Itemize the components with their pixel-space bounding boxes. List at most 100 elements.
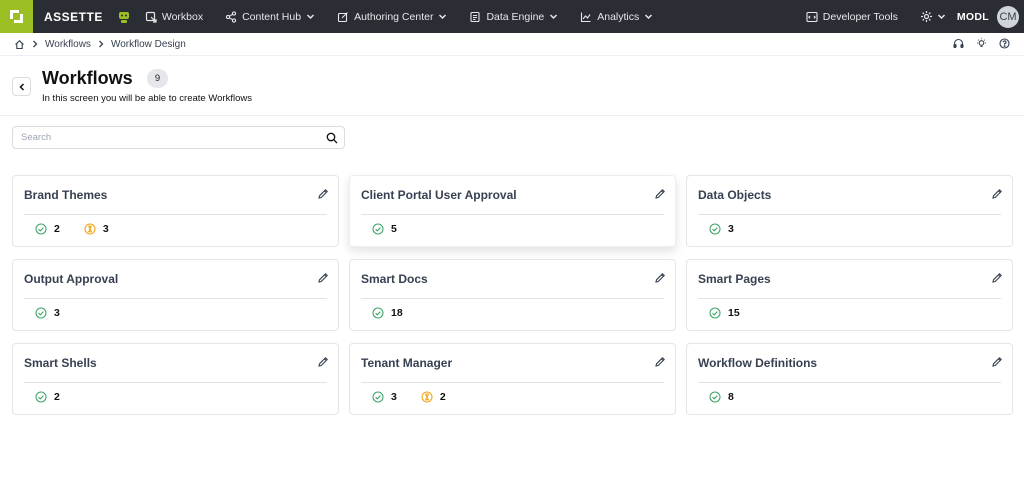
approved-stat: 3 bbox=[372, 391, 397, 403]
card-divider bbox=[361, 382, 664, 383]
chevron-down-icon bbox=[550, 14, 558, 20]
workflow-stats: 3 2 bbox=[372, 391, 470, 403]
settings-menu[interactable] bbox=[920, 10, 946, 23]
nav-label: Content Hub bbox=[242, 10, 302, 23]
chevron-right-icon bbox=[98, 40, 104, 48]
workflow-card[interactable]: Brand Themes 2 3 bbox=[12, 175, 339, 247]
hourglass-icon bbox=[84, 223, 96, 235]
card-divider bbox=[24, 214, 327, 215]
developer-tools-label: Developer Tools bbox=[822, 10, 898, 23]
card-divider bbox=[698, 214, 1001, 215]
card-divider bbox=[698, 298, 1001, 299]
workflow-card-title: Client Portal User Approval bbox=[361, 188, 517, 202]
pencil-icon[interactable] bbox=[991, 188, 1003, 200]
workflow-card[interactable]: Tenant Manager 3 2 bbox=[349, 343, 676, 415]
pencil-icon[interactable] bbox=[991, 272, 1003, 284]
workflow-count-badge: 9 bbox=[147, 69, 168, 88]
workflow-card-title: Data Objects bbox=[698, 188, 772, 202]
app-logo[interactable] bbox=[0, 0, 33, 33]
workflow-stats: 18 bbox=[372, 307, 427, 319]
pending-count: 3 bbox=[102, 223, 109, 235]
lightbulb-icon[interactable] bbox=[976, 38, 987, 49]
workflow-stats: 2 bbox=[35, 391, 84, 403]
chevron-down-icon bbox=[439, 14, 447, 20]
workflow-stats: 2 3 bbox=[35, 223, 133, 235]
workflow-card[interactable]: Smart Pages 15 bbox=[686, 259, 1013, 331]
approved-count: 3 bbox=[391, 391, 397, 403]
workflow-card[interactable]: Data Objects 3 bbox=[686, 175, 1013, 247]
workflow-card-title: Workflow Definitions bbox=[698, 356, 818, 370]
search-input[interactable] bbox=[21, 127, 311, 148]
workflow-card-grid: Brand Themes 2 3 Client Portal User Appr… bbox=[12, 175, 1013, 415]
pencil-icon[interactable] bbox=[991, 356, 1003, 368]
page-subtitle: In this screen you will be able to creat… bbox=[42, 93, 252, 104]
chevron-down-icon bbox=[937, 14, 945, 20]
pencil-icon[interactable] bbox=[317, 272, 329, 284]
avatar[interactable]: CM bbox=[997, 5, 1019, 28]
hourglass-icon bbox=[421, 391, 433, 403]
workflow-card-title: Output Approval bbox=[24, 272, 119, 286]
brand-name: ASSETTE bbox=[44, 9, 103, 24]
back-button[interactable] bbox=[12, 77, 31, 96]
workflow-card[interactable]: Client Portal User Approval 5 bbox=[349, 175, 676, 247]
approved-stat: 3 bbox=[709, 223, 734, 235]
pencil-icon[interactable] bbox=[317, 188, 329, 200]
check-circle-icon bbox=[35, 307, 47, 319]
approved-count: 8 bbox=[728, 391, 734, 403]
logo-icon bbox=[10, 10, 23, 23]
home-icon[interactable] bbox=[14, 39, 25, 50]
check-circle-icon bbox=[35, 223, 47, 235]
nav-workbox[interactable]: Workbox bbox=[145, 11, 203, 23]
chevron-down-icon bbox=[645, 14, 653, 20]
workflow-card[interactable]: Smart Docs 18 bbox=[349, 259, 676, 331]
card-divider bbox=[24, 382, 327, 383]
chevron-down-icon bbox=[307, 14, 315, 20]
nav-authoring-center[interactable]: Authoring Center bbox=[337, 11, 447, 23]
workflow-card[interactable]: Output Approval 3 bbox=[12, 259, 339, 331]
nav-label: Analytics bbox=[597, 10, 640, 23]
approved-count: 3 bbox=[728, 223, 734, 235]
pencil-icon[interactable] bbox=[317, 356, 329, 368]
pending-stat: 3 bbox=[84, 223, 109, 235]
pencil-icon[interactable] bbox=[654, 356, 666, 368]
pencil-icon[interactable] bbox=[654, 188, 666, 200]
code-window-icon bbox=[806, 11, 818, 22]
nav-label: Workbox bbox=[161, 10, 204, 23]
page-title: Workflows bbox=[42, 68, 133, 88]
pencil-icon[interactable] bbox=[654, 272, 666, 284]
workflow-stats: 8 bbox=[709, 391, 758, 403]
approved-stat: 5 bbox=[372, 223, 397, 235]
help-icon[interactable] bbox=[999, 38, 1010, 49]
headset-icon[interactable] bbox=[953, 38, 964, 49]
developer-tools-button[interactable]: Developer Tools bbox=[806, 11, 898, 23]
nav-content-hub[interactable]: Content Hub bbox=[225, 11, 315, 23]
approved-stat: 15 bbox=[709, 307, 740, 319]
chevron-right-icon bbox=[33, 40, 38, 48]
chevron-left-icon bbox=[18, 82, 24, 91]
check-circle-icon bbox=[709, 307, 721, 319]
nav-data-engine[interactable]: Data Engine bbox=[469, 11, 558, 23]
workflow-stats: 3 bbox=[35, 307, 84, 319]
line-chart-icon bbox=[581, 12, 591, 22]
approved-stat: 18 bbox=[372, 307, 403, 319]
workflow-card-title: Smart Pages bbox=[698, 272, 771, 286]
pending-count: 2 bbox=[439, 391, 446, 403]
check-circle-icon bbox=[372, 307, 384, 319]
card-divider bbox=[24, 298, 327, 299]
organization-name[interactable]: MODL bbox=[957, 11, 989, 23]
top-navigation-bar: ASSETTE Workbox Content Hub Authoring Ce… bbox=[0, 0, 1024, 33]
approved-count: 5 bbox=[391, 223, 397, 235]
approved-stat: 2 bbox=[35, 223, 60, 235]
approved-stat: 8 bbox=[709, 391, 734, 403]
breadcrumb-workflows[interactable]: Workflows bbox=[45, 39, 91, 50]
robot-icon[interactable] bbox=[117, 10, 131, 24]
workflow-card[interactable]: Workflow Definitions 8 bbox=[686, 343, 1013, 415]
gear-icon bbox=[920, 11, 932, 22]
approved-count: 18 bbox=[391, 307, 403, 319]
search-icon[interactable] bbox=[326, 132, 338, 144]
workflow-card[interactable]: Smart Shells 2 bbox=[12, 343, 339, 415]
search-box bbox=[12, 126, 345, 149]
approved-count: 2 bbox=[54, 391, 60, 403]
page-header: Workflows 9 In this screen you will be a… bbox=[0, 57, 1024, 116]
nav-analytics[interactable]: Analytics bbox=[580, 11, 653, 23]
